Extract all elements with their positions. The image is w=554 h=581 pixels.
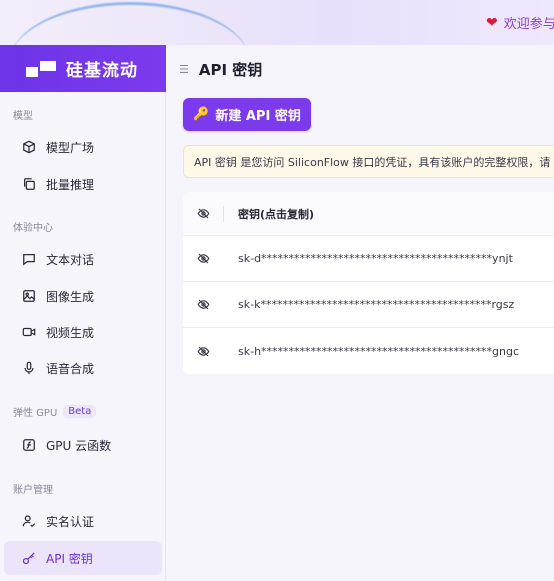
sidebar-item-gpu-function[interactable]: GPU 云函数 — [4, 428, 162, 462]
api-key-value[interactable]: sk-k************************************… — [223, 298, 514, 311]
mic-icon — [22, 361, 36, 375]
section-label-gpu: 弹性 GPU Beta — [13, 404, 97, 419]
copy-icon — [22, 177, 36, 191]
sidebar-item-text-chat[interactable]: 文本对话 — [4, 242, 162, 276]
api-key-value[interactable]: sk-h************************************… — [223, 345, 519, 358]
table-row: sk-d************************************… — [183, 236, 554, 282]
sidebar-item-label: 视频生成 — [46, 325, 95, 340]
sidebar-item-image-gen[interactable]: 图像生成 — [4, 279, 162, 313]
menu-fold-icon[interactable]: ☰ — [179, 63, 189, 76]
key-icon: 🔑 — [193, 107, 210, 122]
sidebar-item-verification[interactable]: 实名认证 — [4, 504, 162, 538]
notice-banner: API 密钥 是您访问 SiliconFlow 接口的凭证，具有该账户的完整权限… — [183, 145, 554, 178]
sidebar-item-label: 文本对话 — [46, 252, 95, 267]
sidebar-item-label: API 密钥 — [46, 551, 93, 566]
sidebar-item-batch-inference[interactable]: 批量推理 — [4, 167, 162, 201]
notice-text: API 密钥 是您访问 SiliconFlow 接口的凭证，具有该账户的完整权限… — [194, 155, 551, 169]
table-header: 密钥(点击复制) — [183, 192, 554, 236]
chat-icon — [22, 252, 36, 266]
page-header: ☰ API 密钥 — [167, 45, 554, 93]
sidebar-item-api-keys[interactable]: API 密钥 — [4, 541, 162, 575]
section-label-experience: 体验中心 — [13, 223, 53, 234]
logo-text: 硅基流动 — [66, 61, 138, 81]
eye-slash-icon[interactable] — [183, 298, 223, 311]
sidebar-item-label: 图像生成 — [46, 289, 95, 304]
decorative-arc — [10, 2, 250, 45]
api-key-table: 密钥(点击复制) sk-d***************************… — [183, 192, 554, 374]
function-icon — [22, 438, 36, 452]
video-icon — [22, 325, 36, 339]
welcome-text: 欢迎参与 — [503, 17, 554, 32]
logo-mark-icon — [26, 60, 56, 77]
welcome-link[interactable]: ❤ 欢迎参与 — [486, 13, 554, 33]
sidebar-item-label: 模型广场 — [46, 140, 95, 155]
section-label-models: 模型 — [13, 111, 33, 122]
api-key-value[interactable]: sk-d************************************… — [223, 252, 513, 265]
sidebar-item-video-gen[interactable]: 视频生成 — [4, 315, 162, 349]
sidebar-item-label: 实名认证 — [46, 514, 95, 529]
sidebar-item-label: 语音合成 — [46, 361, 95, 376]
cube-icon — [22, 140, 36, 154]
section-label-account: 账户管理 — [13, 485, 53, 496]
section-label-text: 弹性 GPU — [13, 408, 58, 419]
top-banner: ❤ 欢迎参与 — [0, 0, 554, 45]
image-icon — [22, 289, 36, 303]
column-divider — [223, 205, 224, 222]
eye-slash-icon[interactable] — [183, 252, 223, 265]
table-row: sk-h************************************… — [183, 328, 554, 374]
logo[interactable]: 硅基流动 — [0, 45, 166, 92]
sidebar-item-model-square[interactable]: 模型广场 — [4, 130, 162, 164]
sidebar-item-label: GPU 云函数 — [46, 438, 112, 453]
eye-slash-icon[interactable] — [183, 345, 223, 358]
main-content: ☰ API 密钥 🔑 新建 API 密钥 API 密钥 是您访问 Silicon… — [167, 45, 554, 581]
page-title: API 密钥 — [198, 60, 263, 79]
new-api-key-label: 新建 API 密钥 — [215, 109, 301, 124]
sidebar-item-tts[interactable]: 语音合成 — [4, 351, 162, 385]
table-row: sk-k************************************… — [183, 282, 554, 328]
column-header-key: 密钥(点击复制) — [238, 207, 315, 221]
sidebar-item-label: 批量推理 — [46, 177, 95, 192]
key-icon — [22, 551, 36, 565]
sidebar: 硅基流动 模型 模型广场 批量推理 体验中心 文本对话 图像生成 视频生成 语音… — [0, 45, 166, 581]
new-api-key-button[interactable]: 🔑 新建 API 密钥 — [183, 98, 311, 131]
beta-badge: Beta — [63, 405, 97, 418]
heart-icon: ❤ — [486, 14, 498, 31]
eye-slash-icon[interactable] — [183, 207, 223, 220]
user-check-icon — [22, 514, 36, 528]
